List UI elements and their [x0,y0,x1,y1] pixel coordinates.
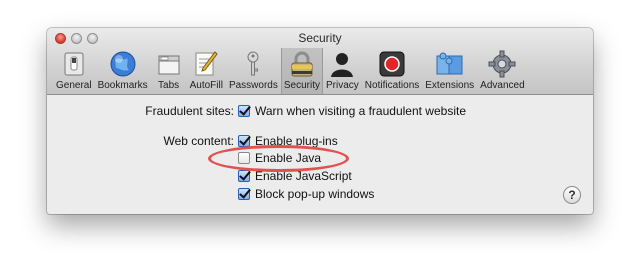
web-content-row: Web content: Enable plug-ins [0,133,640,149]
globe-icon [108,50,138,78]
key-icon [238,50,268,78]
window-title: Security [298,31,342,45]
enable-plugins-option[interactable]: Enable plug-ins [238,134,338,148]
fraudulent-warning-option[interactable]: Warn when visiting a fraudulent website [238,104,466,118]
tab-passwords[interactable]: Passwords [226,48,281,94]
tab-autofill[interactable]: AutoFill [187,48,226,94]
title-bar: Security General Bookmarks Tabs AutoFill… [47,28,593,95]
block-popups-option[interactable]: Block pop-up windows [238,186,374,202]
enable-javascript-checkbox[interactable] [238,170,250,182]
tabs-icon [154,50,184,78]
block-popups-checkbox[interactable] [238,188,250,200]
lock-icon [287,50,317,78]
notification-icon [377,50,407,78]
enable-plugins-checkbox[interactable] [238,135,250,147]
tab-security[interactable]: Security [280,48,323,94]
tab-privacy[interactable]: Privacy [323,48,362,94]
pencil-icon [191,50,221,78]
switch-icon [59,50,89,78]
enable-java-option[interactable]: Enable Java [238,150,321,166]
gear-icon [487,50,517,78]
fraudulent-warning-checkbox[interactable] [238,105,250,117]
web-content-label: Web content: [163,134,235,148]
enable-java-checkbox[interactable] [238,152,250,164]
tab-extensions[interactable]: Extensions [422,48,477,94]
tab-general[interactable]: General [53,48,95,94]
tab-bookmarks[interactable]: Bookmarks [95,48,151,94]
help-button[interactable]: ? [563,186,581,204]
silhouette-icon [327,50,357,78]
puzzle-icon [435,50,465,78]
enable-javascript-option[interactable]: Enable JavaScript [238,168,352,184]
tab-advanced[interactable]: Advanced [477,48,527,94]
tab-notifications[interactable]: Notifications [362,48,422,94]
fraudulent-sites-label: Fraudulent sites: [145,104,234,118]
preferences-toolbar: General Bookmarks Tabs AutoFill Password… [53,48,528,94]
tab-tabs[interactable]: Tabs [151,48,187,94]
fraudulent-sites-row: Fraudulent sites: Warn when visiting a f… [0,103,640,119]
